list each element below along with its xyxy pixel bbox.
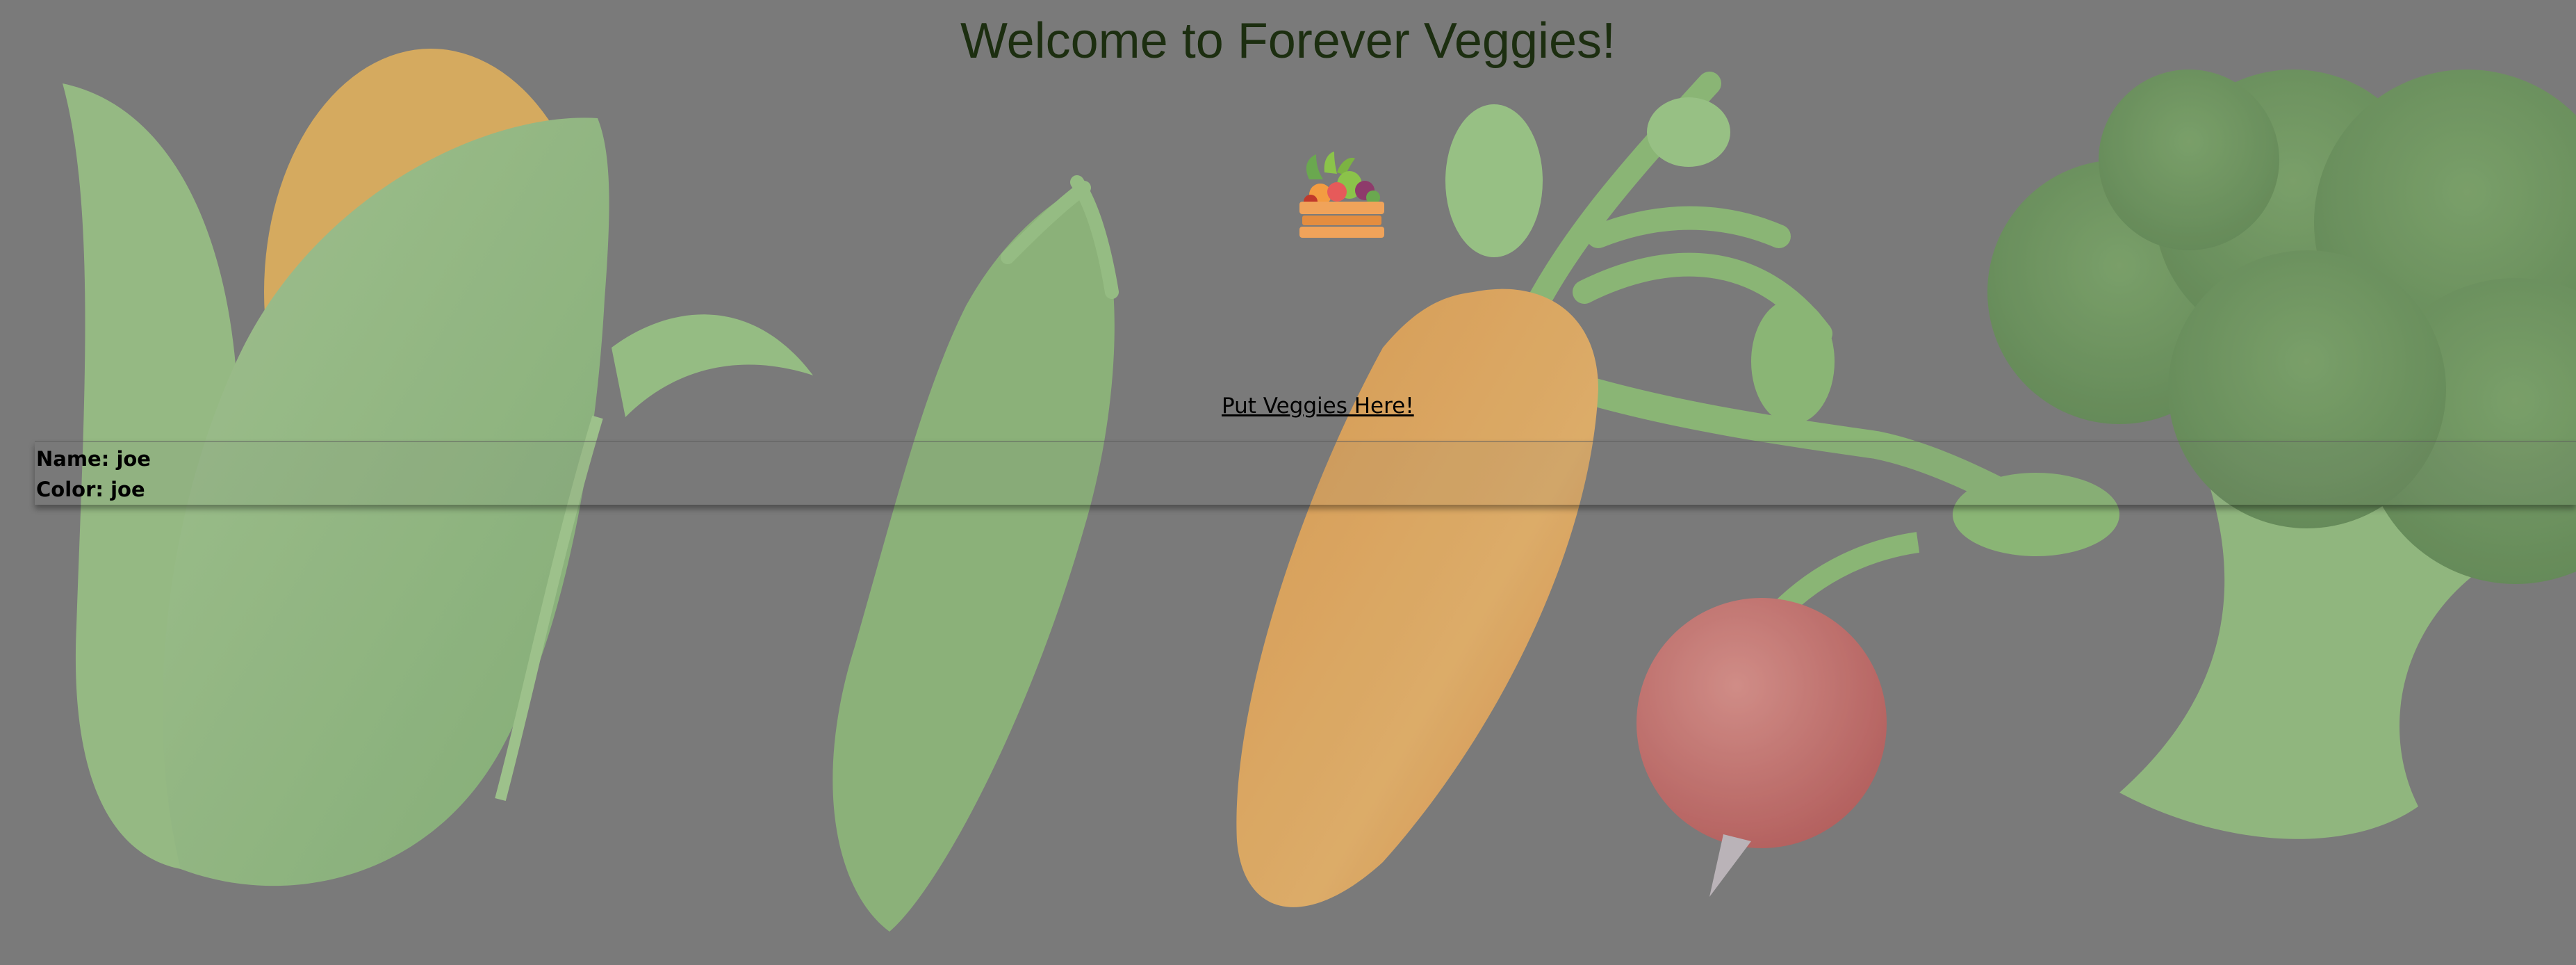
record-card: Name: joe Color: joe	[35, 441, 2576, 505]
veggie-crate-icon	[1299, 152, 1384, 238]
name-row: Name: joe	[36, 446, 151, 471]
name-value: joe	[116, 447, 151, 471]
put-veggies-link[interactable]: Put Veggies Here!	[1222, 392, 1414, 420]
page-title: Welcome to Forever Veggies!	[960, 13, 1616, 69]
page-content: Welcome to Forever Veggies! Put Veggies …	[0, 0, 2576, 965]
color-label: Color:	[36, 478, 104, 501]
color-value: joe	[110, 478, 145, 501]
color-row: Color: joe	[36, 477, 145, 502]
name-label: Name:	[36, 447, 110, 471]
